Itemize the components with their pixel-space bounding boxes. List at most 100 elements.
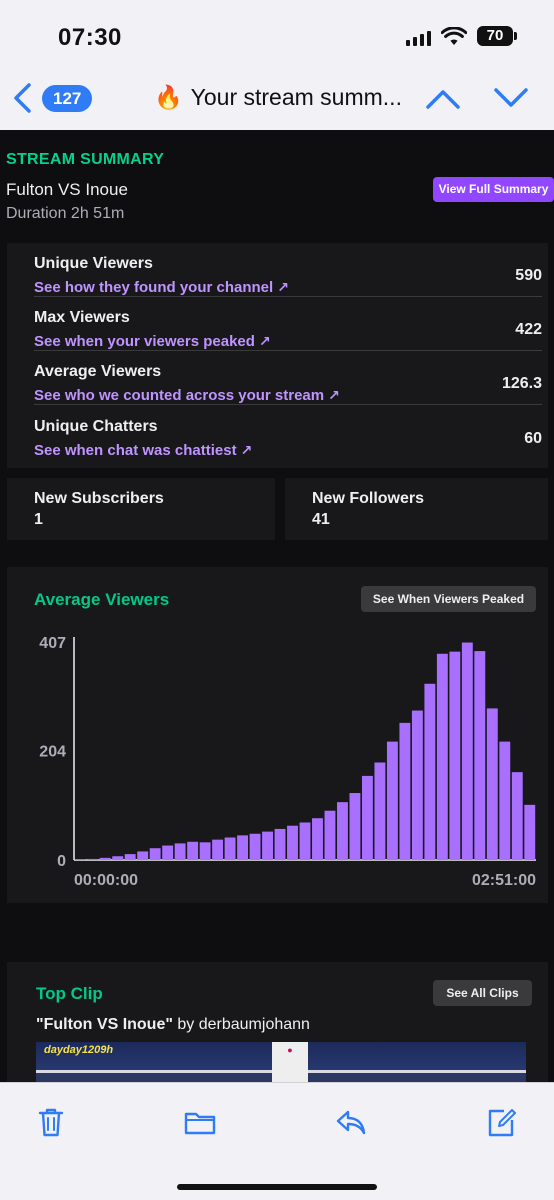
arrow-up-right-icon: ↗	[240, 442, 253, 458]
see-all-clips-button[interactable]: See All Clips	[433, 980, 532, 1006]
folder-icon[interactable]	[183, 1105, 217, 1139]
chart-bar	[524, 804, 536, 860]
stats-card: Unique Viewers See how they found your c…	[7, 243, 548, 468]
view-full-summary-button[interactable]: View Full Summary	[433, 177, 554, 202]
chart-bar	[224, 837, 236, 860]
arrow-up-right-icon: ↗	[258, 333, 271, 349]
chart-bar	[137, 851, 149, 860]
chart-bar	[162, 845, 174, 860]
clip-name[interactable]: "Fulton VS Inoue"	[36, 1016, 173, 1033]
new-followers-value: 41	[312, 511, 330, 528]
chart-bar	[237, 835, 249, 860]
stat-value: 590	[515, 267, 542, 284]
chart-bar	[112, 856, 124, 860]
chart-bar	[99, 857, 111, 860]
arrow-up-right-icon: ↗	[277, 279, 289, 295]
chart-bar	[361, 775, 373, 860]
stat-value: 422	[515, 321, 542, 338]
reply-icon[interactable]	[334, 1105, 368, 1139]
trash-icon[interactable]	[34, 1105, 68, 1139]
stat-name: Unique Viewers	[34, 255, 153, 272]
new-subscribers-label: New Subscribers	[34, 490, 164, 507]
chart-bar	[149, 848, 161, 860]
stat-row-average-viewers: Average Viewers See who we counted acros…	[34, 353, 542, 405]
stat-link-text[interactable]: See who we counted across your stream	[34, 387, 324, 404]
chart-bar	[337, 802, 348, 860]
stream-duration: Duration 2h 51m	[6, 205, 125, 222]
chart-bar	[199, 842, 211, 860]
stat-row-max-viewers: Max Viewers See when your viewers peaked…	[34, 299, 542, 351]
clip-thumbnail-watermark: dayday1209h	[44, 1044, 114, 1056]
stat-link-text[interactable]: See when your viewers peaked	[34, 333, 255, 350]
compose-icon[interactable]	[484, 1105, 518, 1139]
chart-bar	[424, 683, 436, 860]
chart-bar	[461, 642, 473, 860]
chart-bar	[212, 839, 224, 860]
chart-bar	[499, 741, 511, 860]
new-subscribers-value: 1	[34, 511, 43, 528]
fire-emoji-icon: 🔥	[154, 84, 183, 110]
chart-bar	[124, 854, 136, 860]
stat-name: Unique Chatters	[34, 418, 158, 435]
stat-link-unique-viewers[interactable]: See how they found your channel ↗	[34, 279, 289, 296]
divider	[34, 296, 542, 297]
new-followers-label: New Followers	[312, 490, 425, 507]
stat-link-text[interactable]: See when chat was chattiest	[34, 442, 237, 459]
previous-message-chevron-up-icon[interactable]	[424, 82, 462, 114]
mail-subject-text: Your stream summ...	[190, 84, 402, 110]
chart-bar	[411, 710, 423, 860]
stat-link-text[interactable]: See how they found your channel	[34, 279, 273, 296]
mail-toolbar	[0, 1082, 554, 1200]
y-tick-label: 407	[39, 635, 66, 652]
stat-link-average-viewers[interactable]: See who we counted across your stream ↗	[34, 387, 340, 404]
stat-name: Average Viewers	[34, 363, 162, 380]
stat-link-unique-chatters[interactable]: See when chat was chattiest ↗	[34, 442, 252, 459]
next-message-chevron-down-icon[interactable]	[492, 82, 530, 114]
chart-bar	[399, 722, 411, 860]
arrow-up-right-icon: ↗	[328, 387, 340, 403]
chart-bar	[386, 741, 398, 860]
ring-post: ●	[272, 1042, 308, 1082]
chart-bar	[324, 810, 336, 860]
chart-bar	[274, 828, 286, 860]
wifi-icon	[441, 27, 467, 45]
new-subscribers-card: New Subscribers 1	[7, 478, 275, 540]
stream-summary-label: STREAM SUMMARY	[6, 151, 165, 168]
back-chevron-icon[interactable]	[8, 80, 38, 116]
stat-name: Max Viewers	[34, 309, 130, 326]
stat-row-unique-chatters: Unique Chatters See when chat was chatti…	[34, 408, 542, 460]
x-tick-label: 00:00:00	[74, 872, 138, 889]
stat-link-max-viewers[interactable]: See when your viewers peaked ↗	[34, 333, 271, 350]
x-tick-label: 02:51:00	[472, 872, 536, 889]
stat-value: 60	[524, 430, 542, 447]
cellular-signal-icon	[406, 30, 431, 46]
see-when-viewers-peaked-button[interactable]: See When Viewers Peaked	[361, 586, 536, 612]
y-tick-label: 0	[57, 853, 66, 870]
chart-bar	[449, 651, 461, 860]
stat-row-unique-viewers: Unique Viewers See how they found your c…	[34, 245, 542, 297]
average-viewers-chart-card: 407 204 0 00:00:00 02:51:00 Average Viewers …	[7, 567, 548, 903]
chart-bar	[511, 772, 523, 860]
chart-bar	[287, 825, 298, 860]
clip-title: "Fulton VS Inoue" by derbaumjohann	[36, 1016, 310, 1034]
chart-bar	[74, 859, 86, 860]
chart-bar	[436, 653, 448, 860]
average-viewers-chart: 407 204 0 00:00:00 02:51:00	[39, 635, 536, 889]
chart-bar	[187, 841, 199, 860]
unread-count-badge[interactable]: 127	[42, 85, 93, 112]
y-tick-label: 204	[39, 744, 66, 761]
chart-heading: Average Viewers	[34, 590, 170, 609]
chart-bar	[249, 833, 261, 860]
battery-indicator: 70	[477, 26, 513, 46]
chart-bar	[262, 831, 273, 860]
new-followers-card: New Followers 41	[285, 478, 548, 540]
chart-bar	[349, 793, 361, 860]
chart-bar	[374, 762, 386, 860]
chart-bar	[312, 818, 323, 860]
home-indicator	[177, 1184, 377, 1190]
clip-author: by derbaumjohann	[177, 1016, 310, 1033]
top-clip-card: Top Clip See All Clips "Fulton VS Inoue"…	[7, 962, 548, 1102]
chart-bar	[174, 843, 186, 860]
mail-header: 07:30 70 127 🔥 Your stream summ...	[0, 0, 554, 130]
chart-bar	[87, 858, 99, 860]
